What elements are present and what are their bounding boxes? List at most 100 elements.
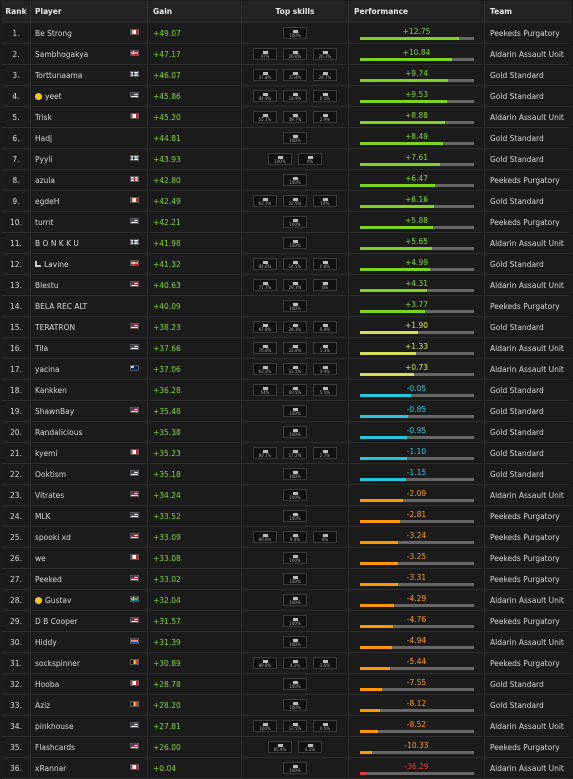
- skill-chip[interactable]: 100%: [283, 489, 307, 501]
- player-cell[interactable]: MLK: [31, 506, 148, 526]
- table-row[interactable]: 31. sockspinner +30.89 89.8% 4.1% 3.6% -5.44 Pe…: [2, 653, 571, 674]
- table-row[interactable]: 18. Kankken +36.28 54% 40.5% 5.5% -0.05 Gold St…: [2, 380, 571, 401]
- table-row[interactable]: 8. azula +42.80 100% +6.47 Peekeds Purgatory: [2, 170, 571, 191]
- player-cell[interactable]: Vitrates: [31, 485, 148, 505]
- skill-chip[interactable]: 28.3%: [283, 279, 307, 291]
- team-cell[interactable]: Aldarin Assault Unit: [485, 590, 571, 610]
- table-row[interactable]: 14. BELA REC ALT +40.09 100% +3.77 Peekeds Pu…: [2, 296, 571, 317]
- header-rank[interactable]: Rank: [2, 1, 31, 22]
- team-cell[interactable]: Aldarin Assault Unit: [485, 716, 571, 736]
- team-cell[interactable]: Gold Standard: [485, 86, 571, 106]
- player-cell[interactable]: BELA REC ALT: [31, 296, 148, 316]
- team-cell[interactable]: Peekeds Purgatory: [485, 527, 571, 547]
- player-cell[interactable]: turnt: [31, 212, 148, 232]
- skill-chip[interactable]: 47%: [253, 48, 277, 60]
- table-row[interactable]: 6. Hadj +44.81 100% +8.49 Gold Standard: [2, 128, 571, 149]
- team-cell[interactable]: Gold Standard: [485, 464, 571, 484]
- player-cell[interactable]: Torttunaama: [31, 65, 148, 85]
- skill-chip[interactable]: 37.8%: [253, 69, 277, 81]
- player-name[interactable]: Vitrates: [35, 491, 64, 500]
- team-cell[interactable]: Peekeds Purgatory: [485, 548, 571, 568]
- table-row[interactable]: 24. MLK +33.52 100% -2.81 Peekeds Purgatory: [2, 506, 571, 527]
- team-cell[interactable]: Aldarin Assault Unit: [485, 338, 571, 358]
- team-cell[interactable]: Gold Standard: [485, 317, 571, 337]
- player-cell[interactable]: xRannar: [31, 758, 148, 778]
- player-cell[interactable]: sockspinner: [31, 653, 148, 673]
- skill-chip[interactable]: 84.9%: [253, 90, 277, 102]
- skill-chip[interactable]: 100%: [283, 300, 307, 312]
- skill-chip[interactable]: 100%: [283, 426, 307, 438]
- player-cell[interactable]: azula: [31, 170, 148, 190]
- team-cell[interactable]: Gold Standard: [485, 128, 571, 148]
- player-name[interactable]: Trisk: [35, 113, 52, 122]
- team-cell[interactable]: Aldarin Assault Unit: [485, 44, 571, 64]
- skill-chip[interactable]: 100%: [283, 678, 307, 690]
- table-row[interactable]: 27. Peeked +33.02 100% -3.31 Peekeds Purgator…: [2, 569, 571, 590]
- team-cell[interactable]: Gold Standard: [485, 380, 571, 400]
- table-row[interactable]: 34. pinkhouse +27.81 100% 13.5% 0.5% -8.52 Alda…: [2, 716, 571, 737]
- header-skills[interactable]: Top skills: [242, 1, 349, 22]
- player-name[interactable]: Ooktism: [35, 470, 66, 479]
- player-name[interactable]: Lavine: [44, 260, 69, 269]
- player-name[interactable]: we: [35, 554, 46, 563]
- player-name[interactable]: MLK: [35, 512, 51, 521]
- skill-chip[interactable]: 17.2%: [283, 447, 307, 459]
- table-row[interactable]: 3. Torttunaama +46.07 37.8% 37.4% 24.7% +9.74 G…: [2, 65, 571, 86]
- player-name[interactable]: yeet: [45, 92, 62, 101]
- player-name[interactable]: Flashcards: [35, 743, 75, 752]
- table-row[interactable]: 26. we +33.08 100% -3.25 Peekeds Purgatory: [2, 548, 571, 569]
- player-cell[interactable]: Hooba: [31, 674, 148, 694]
- skill-chip[interactable]: 1.3%: [313, 342, 337, 354]
- skill-chip[interactable]: 75.8%: [253, 342, 277, 354]
- player-cell[interactable]: Flashcards: [31, 737, 148, 757]
- skill-chip[interactable]: 100%: [253, 720, 277, 732]
- skill-chip[interactable]: 3.6%: [313, 657, 337, 669]
- player-cell[interactable]: Hiddy: [31, 632, 148, 652]
- player-cell[interactable]: egdeH: [31, 191, 148, 211]
- table-row[interactable]: 33. Aziz +28.20 100% -8.12 Gold Standard: [2, 695, 571, 716]
- skill-chip[interactable]: 39.7%: [283, 111, 307, 123]
- player-cell[interactable]: Hadj: [31, 128, 148, 148]
- skill-chip[interactable]: 0.1%: [313, 90, 337, 102]
- skill-chip[interactable]: 95.9%: [268, 741, 292, 753]
- skill-chip[interactable]: 100%: [283, 237, 307, 249]
- table-row[interactable]: 21. kyemi +35.23 80.1% 17.2% 2.7% -1.10 Gold St…: [2, 443, 571, 464]
- player-cell[interactable]: TERATRON: [31, 317, 148, 337]
- team-cell[interactable]: Aldarin Assault Unit: [485, 758, 571, 778]
- table-row[interactable]: 4. yeet +45.86 84.9% 14.9% 0.1% +9.53 Gold Stan…: [2, 86, 571, 107]
- header-performance[interactable]: Performance: [349, 1, 485, 22]
- player-name[interactable]: Pyyli: [35, 155, 53, 164]
- player-cell[interactable]: D B Cooper: [31, 611, 148, 631]
- skill-chip[interactable]: 26.6%: [283, 48, 307, 60]
- skill-chip[interactable]: 100%: [283, 573, 307, 585]
- skill-chip[interactable]: 37.4%: [283, 69, 307, 81]
- skill-chip[interactable]: 22.5%: [283, 195, 307, 207]
- team-cell[interactable]: Peekeds Purgatory: [485, 611, 571, 631]
- team-cell[interactable]: Gold Standard: [485, 401, 571, 421]
- team-cell[interactable]: Aldarin Assault Unit: [485, 359, 571, 379]
- team-cell[interactable]: Gold Standard: [485, 149, 571, 169]
- team-cell[interactable]: Peekeds Purgatory: [485, 569, 571, 589]
- skill-chip[interactable]: 14.5%: [283, 258, 307, 270]
- skill-chip[interactable]: 100%: [283, 594, 307, 606]
- skill-chip[interactable]: 100%: [283, 216, 307, 228]
- skill-chip[interactable]: 5.5%: [313, 384, 337, 396]
- player-cell[interactable]: Randalicious: [31, 422, 148, 442]
- player-cell[interactable]: Kankken: [31, 380, 148, 400]
- skill-chip[interactable]: 84.6%: [253, 258, 277, 270]
- player-name[interactable]: Blestu: [35, 281, 58, 290]
- player-cell[interactable]: Pyyli: [31, 149, 148, 169]
- team-cell[interactable]: Peekeds Purgatory: [485, 506, 571, 526]
- skill-chip[interactable]: 13.5%: [283, 720, 307, 732]
- player-name[interactable]: spooki xd: [35, 533, 71, 542]
- skill-chip[interactable]: 24.7%: [313, 69, 337, 81]
- skill-chip[interactable]: 54%: [253, 384, 277, 396]
- player-name[interactable]: kyemi: [35, 449, 58, 458]
- player-name[interactable]: Peeked: [35, 575, 62, 584]
- player-cell[interactable]: Tila: [31, 338, 148, 358]
- table-row[interactable]: 2. Sambhogakya +47.17 47% 26.6% 26.3% +10.84 Al…: [2, 44, 571, 65]
- skill-chip[interactable]: 100%: [283, 468, 307, 480]
- table-row[interactable]: 25. spooki xd +33.09 90.6% 9.4% 0% -3.24 Peeked…: [2, 527, 571, 548]
- team-cell[interactable]: Gold Standard: [485, 443, 571, 463]
- header-gain[interactable]: Gain: [148, 1, 242, 22]
